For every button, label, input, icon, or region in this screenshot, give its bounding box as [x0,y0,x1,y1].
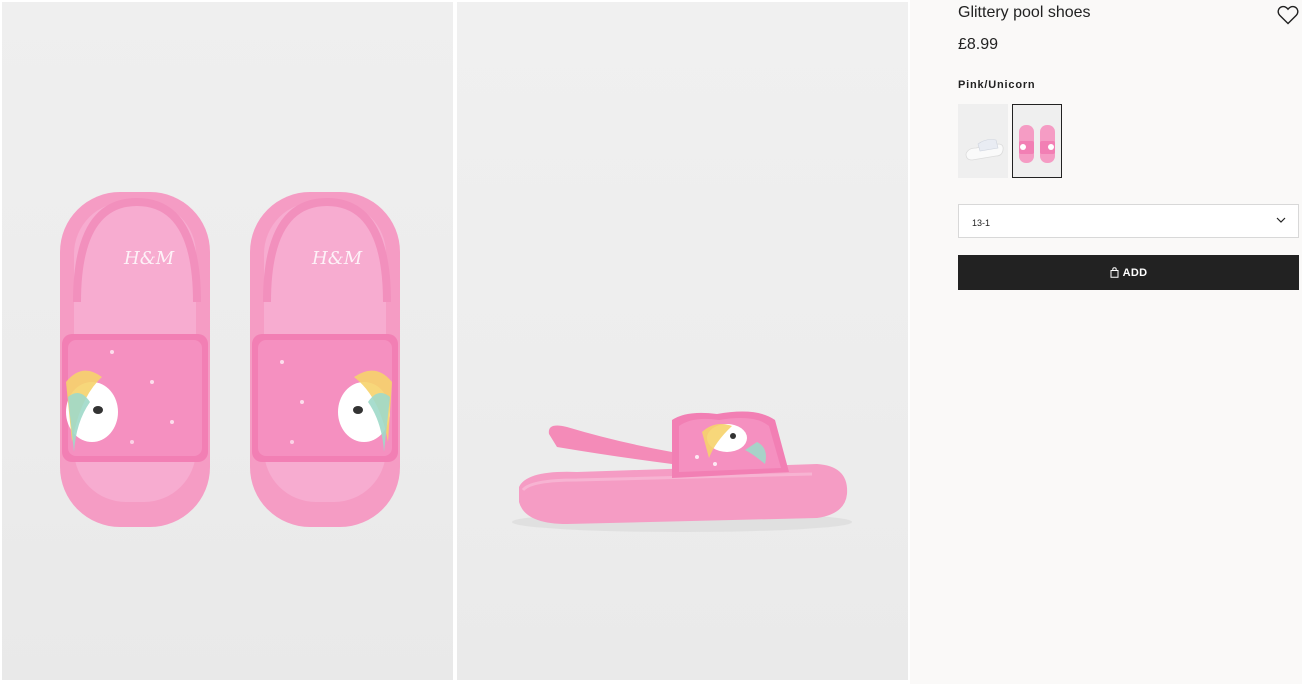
pink-slides-pair-image: H&M H&M [60,192,400,527]
product-price: £8.99 [958,36,999,53]
product-image-side-view[interactable] [457,2,908,680]
add-button-label: ADD [1122,266,1148,279]
shopping-bag-icon [1110,266,1119,278]
product-image-top-view[interactable]: H&M H&M [2,2,453,680]
size-select-value: 13-1 [972,218,991,228]
add-to-bag-button[interactable]: ADD [958,255,1299,290]
swatch-white-variant[interactable] [958,104,1008,178]
svg-text:H&M: H&M [123,248,175,269]
white-slides-thumbnail [958,104,1008,178]
selected-color-name: Pink/Unicorn [958,79,1036,91]
chevron-down-icon [1276,217,1286,223]
product-gallery: H&M H&M [0,0,910,684]
pink-slides-thumbnail [1013,105,1061,177]
product-info-panel: Glittery pool shoes £8.99 Pink/Unicorn 1… [958,0,1299,684]
heart-icon[interactable] [1277,5,1299,25]
svg-text:H&M: H&M [311,248,363,269]
pink-slide-side-image [512,411,852,532]
product-title: Glittery pool shoes [958,4,1091,21]
swatch-pink-unicorn-variant[interactable] [1012,104,1062,178]
size-select[interactable]: 13-1 [958,204,1299,238]
title-row: Glittery pool shoes [958,2,1299,26]
